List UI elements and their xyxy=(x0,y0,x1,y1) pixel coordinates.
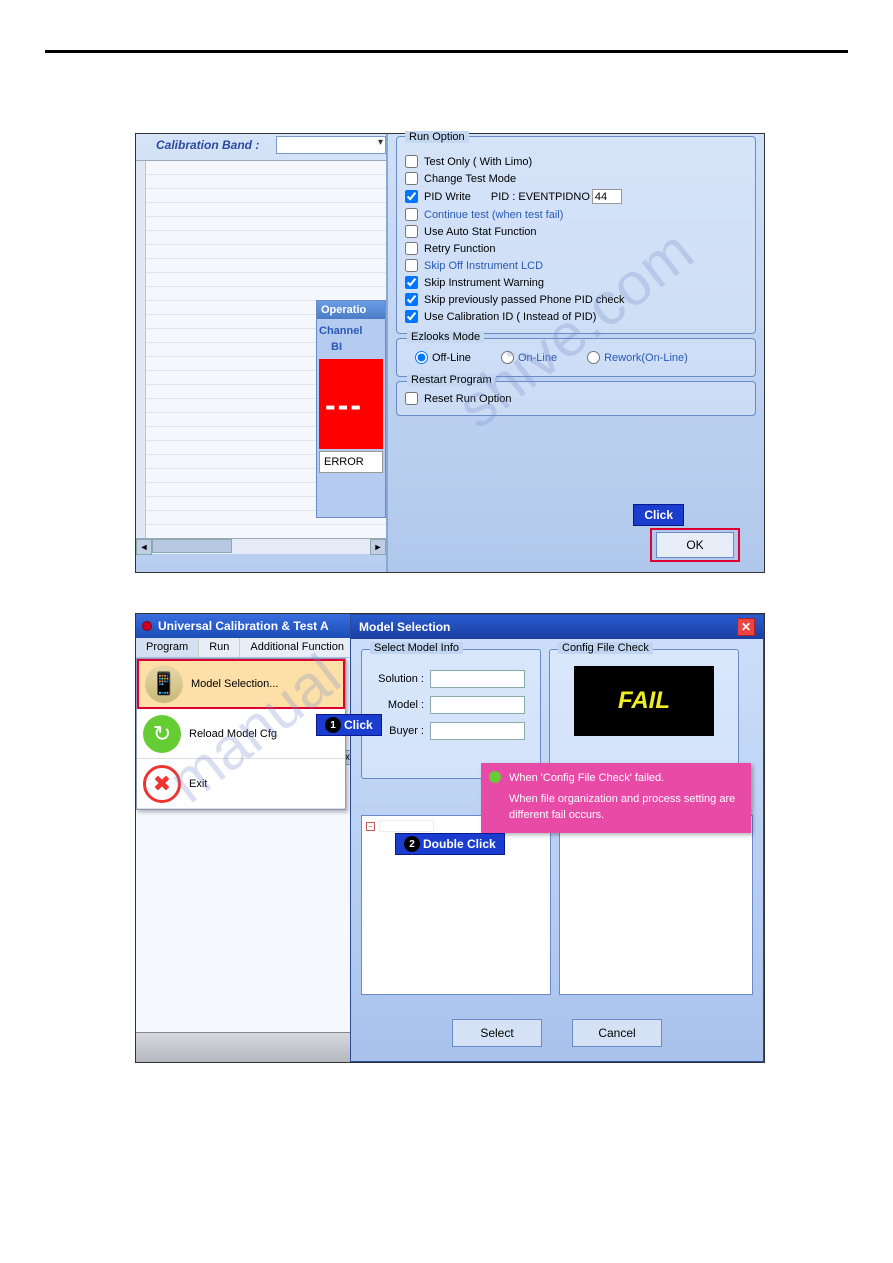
test-only-checkbox[interactable] xyxy=(405,155,418,168)
restart-fieldset: Restart Program Reset Run Option xyxy=(396,381,756,416)
test-only-label: Test Only ( With Limo) xyxy=(424,156,532,168)
run-option-legend: Run Option xyxy=(405,131,469,143)
bi-label: BI xyxy=(317,339,385,357)
horizontal-rule xyxy=(45,50,848,53)
menu-item-reload[interactable]: ↻ Reload Model Cfg xyxy=(137,709,345,759)
menu-item-exit[interactable]: ✖ Exit xyxy=(137,759,345,809)
pid-write-label: PID Write xyxy=(424,191,471,203)
select-model-fieldset: Select Model Info Solution : Model : Buy… xyxy=(361,649,541,779)
model-selection-label: Model Selection... xyxy=(191,678,278,690)
pid-write-checkbox[interactable] xyxy=(405,190,418,203)
restart-legend: Restart Program xyxy=(407,374,496,386)
menu-run[interactable]: Run xyxy=(199,638,240,657)
select-model-legend: Select Model Info xyxy=(370,642,463,654)
calibration-band-label: Calibration Band : xyxy=(156,138,259,152)
retry-checkbox[interactable] xyxy=(405,242,418,255)
solution-input[interactable] xyxy=(430,670,525,688)
options-panel: Run Option Test Only ( With Limo) Change… xyxy=(386,134,764,572)
continue-test-checkbox[interactable] xyxy=(405,208,418,221)
buyer-input[interactable] xyxy=(430,722,525,740)
skip-lcd-checkbox[interactable] xyxy=(405,259,418,272)
click-1-annotation: 1 Click xyxy=(316,714,382,736)
solution-label: Solution : xyxy=(370,673,430,685)
operation-panel: Operatio Channel BI --- ERROR xyxy=(316,300,386,518)
continue-test-label: Continue test (when test fail) xyxy=(424,209,563,221)
error-box: ERROR xyxy=(319,451,383,473)
offline-radio[interactable] xyxy=(415,351,428,364)
offline-label: Off-Line xyxy=(432,352,471,364)
note-line1: When 'Config File Check' failed. xyxy=(509,771,741,786)
ezlooks-fieldset: Ezlooks Mode Off-Line On-Line Rework(On-… xyxy=(396,338,756,377)
status-dashes: --- xyxy=(325,387,363,424)
horizontal-scrollbar[interactable]: ◄ ► xyxy=(136,538,386,554)
model-selection-dialog: Model Selection ✕ Select Model Info Solu… xyxy=(350,614,764,1062)
menu-additional[interactable]: Additional Function xyxy=(240,638,355,657)
channel-label: Channel xyxy=(317,319,385,339)
auto-stat-label: Use Auto Stat Function xyxy=(424,226,537,238)
use-calib-label: Use Calibration ID ( Instead of PID) xyxy=(424,311,596,323)
close-icon: ✖ xyxy=(143,765,181,803)
exit-label: Exit xyxy=(189,778,207,790)
reload-icon: ↻ xyxy=(143,715,181,753)
click-annotation: Click xyxy=(633,504,684,526)
cancel-button[interactable]: Cancel xyxy=(572,1019,662,1047)
skip-warn-checkbox[interactable] xyxy=(405,276,418,289)
skip-lcd-label: Skip Off Instrument LCD xyxy=(424,260,543,272)
model-input[interactable] xyxy=(430,696,525,714)
step-2-badge: 2 xyxy=(404,836,420,852)
rework-label: Rework(On-Line) xyxy=(604,352,688,364)
operation-title: Operatio xyxy=(317,301,385,319)
retry-label: Retry Function xyxy=(424,243,496,255)
auto-stat-checkbox[interactable] xyxy=(405,225,418,238)
phone-icon: 📱 xyxy=(145,665,183,703)
pid-input[interactable] xyxy=(592,189,622,204)
skip-pid-checkbox[interactable] xyxy=(405,293,418,306)
reset-run-label: Reset Run Option xyxy=(424,393,511,405)
model-label: Model : xyxy=(370,699,430,711)
select-button[interactable]: Select xyxy=(452,1019,542,1047)
app-icon xyxy=(142,621,152,631)
fail-indicator: FAIL xyxy=(574,666,714,736)
use-calib-checkbox[interactable] xyxy=(405,310,418,323)
dialog-title: Model Selection xyxy=(359,620,450,634)
skip-warn-label: Skip Instrument Warning xyxy=(424,277,544,289)
fail-note: When 'Config File Check' failed. When fi… xyxy=(481,763,751,833)
reset-run-checkbox[interactable] xyxy=(405,392,418,405)
screenshot-1: Calibration Band : ◄ ► Operatio Channel … xyxy=(135,133,765,573)
pid-label: PID : EVENTPIDNO xyxy=(491,191,590,203)
calibration-band-select[interactable] xyxy=(276,136,386,154)
skip-pid-label: Skip previously passed Phone PID check xyxy=(424,294,625,306)
menu-item-model-selection[interactable]: 📱 Model Selection... xyxy=(137,659,345,709)
ezlooks-legend: Ezlooks Mode xyxy=(407,331,484,343)
config-check-fieldset: Config File Check FAIL xyxy=(549,649,739,779)
note-line2: When file organization and process setti… xyxy=(509,792,741,823)
dialog-close-icon[interactable]: ✕ xyxy=(737,618,755,636)
dialog-titlebar: Model Selection ✕ xyxy=(351,615,763,639)
menu-program[interactable]: Program xyxy=(136,638,199,657)
config-check-legend: Config File Check xyxy=(558,642,653,654)
change-test-checkbox[interactable] xyxy=(405,172,418,185)
scroll-right-icon[interactable]: ► xyxy=(370,539,386,555)
program-dropdown: 📱 Model Selection... ↻ Reload Model Cfg … xyxy=(136,658,346,810)
change-test-label: Change Test Mode xyxy=(424,173,516,185)
note-bullet-icon xyxy=(489,771,501,783)
scroll-thumb[interactable] xyxy=(152,539,232,553)
status-red-box: --- xyxy=(319,359,383,449)
tree-collapse-icon[interactable]: − xyxy=(366,822,375,831)
online-label: On-Line xyxy=(518,352,557,364)
window-title: Universal Calibration & Test A xyxy=(158,619,329,633)
online-radio[interactable] xyxy=(501,351,514,364)
list-panel[interactable] xyxy=(559,815,753,995)
double-click-label: Double Click xyxy=(423,837,496,851)
reload-label: Reload Model Cfg xyxy=(189,728,277,740)
click-1-label: Click xyxy=(344,718,373,732)
scroll-left-icon[interactable]: ◄ xyxy=(136,539,152,555)
screenshot-2: Universal Calibration & Test A Program R… xyxy=(135,613,765,1063)
ok-button[interactable]: OK xyxy=(656,532,734,558)
rework-radio[interactable] xyxy=(587,351,600,364)
double-click-annotation: 2 Double Click xyxy=(395,833,505,855)
step-1-badge: 1 xyxy=(325,717,341,733)
